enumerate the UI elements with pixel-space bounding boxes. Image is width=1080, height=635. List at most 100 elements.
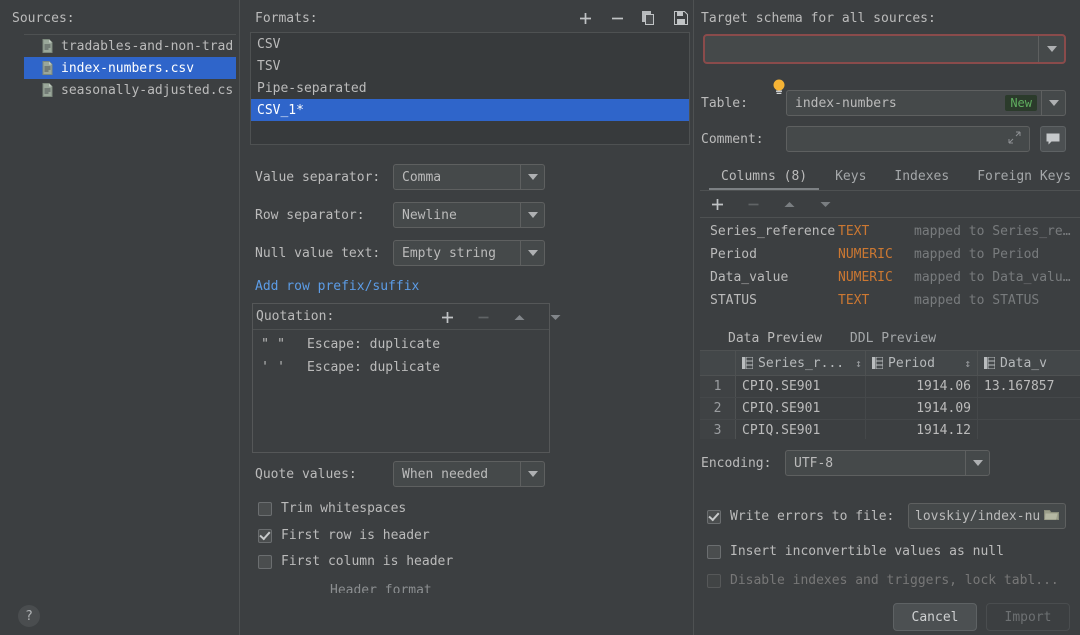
value-separator-select[interactable]: Comma (393, 164, 545, 190)
list-item[interactable]: index-numbers.csv (24, 57, 236, 79)
table-row[interactable]: 1 CPIQ.SE901 1914.06 13.167857 (700, 376, 1080, 398)
tab-columns[interactable]: Columns (8) (707, 164, 821, 188)
chevron-down-icon[interactable] (1041, 91, 1065, 115)
column-header[interactable]: Period ↕ (866, 351, 978, 375)
table-cell[interactable]: CPIQ.SE901 (736, 398, 866, 419)
tab-foreign-keys[interactable]: Foreign Keys (963, 164, 1080, 188)
first-column-is-header-checkbox[interactable]: First column is header (258, 554, 453, 569)
column-name: Data_value (710, 270, 838, 285)
table-cell[interactable]: 13.167857 (978, 376, 1080, 397)
cancel-button[interactable]: Cancel (893, 603, 977, 631)
data-preview-table[interactable]: Series_r... ↕ Period ↕ Data_v 1 CPIQ.SE9… (700, 351, 1080, 439)
chevron-down-icon[interactable] (520, 165, 544, 189)
error-file-input[interactable]: lovskiy/index-nu (908, 503, 1066, 529)
folder-icon[interactable] (1044, 508, 1059, 525)
save-format-button[interactable] (671, 8, 691, 28)
move-up-button[interactable] (509, 307, 529, 327)
table-cell[interactable]: 1914.09 (866, 398, 978, 419)
quotation-list[interactable]: " " Escape: duplicate ' ' Escape: duplic… (253, 330, 549, 379)
help-button[interactable]: ? (18, 605, 40, 627)
tab-ddl-preview[interactable]: DDL Preview (836, 326, 950, 350)
checkbox-label: First column is header (281, 554, 453, 569)
encoding-select[interactable]: UTF-8 (785, 450, 990, 476)
list-item[interactable]: ' ' Escape: duplicate (253, 356, 549, 379)
status-badge: New (1005, 95, 1037, 111)
table-cell[interactable]: 1914.12 (866, 420, 978, 439)
first-row-is-header-checkbox[interactable]: First row is header (258, 528, 430, 543)
add-quotation-button[interactable] (437, 307, 457, 327)
add-column-button[interactable] (707, 194, 727, 214)
table-select[interactable]: index-numbers New (786, 90, 1066, 116)
row-separator-select[interactable]: Newline (393, 202, 545, 228)
chevron-down-icon[interactable] (520, 462, 544, 486)
trim-whitespaces-checkbox[interactable]: Trim whitespaces (258, 501, 406, 516)
columns-list[interactable]: Series_reference TEXT mapped to Series_r… (700, 220, 1080, 312)
add-row-prefix-suffix-link[interactable]: Add row prefix/suffix (255, 279, 419, 294)
sort-icon[interactable]: ↕ (849, 357, 862, 370)
row-number-gutter (700, 351, 736, 375)
column-name: Series_reference (710, 224, 838, 239)
table-cell[interactable]: CPIQ.SE901 (736, 376, 866, 397)
table-cell[interactable] (978, 398, 1080, 419)
tab-indexes[interactable]: Indexes (880, 164, 963, 188)
formats-list[interactable]: CSV TSV Pipe-separated CSV_1* (250, 33, 690, 145)
tab-keys[interactable]: Keys (821, 164, 880, 188)
table-cell[interactable]: 1914.06 (866, 376, 978, 397)
preview-tabs[interactable]: Data Preview DDL Preview (714, 326, 950, 350)
disable-indexes-checkbox: Disable indexes and triggers, lock tabl.… (707, 573, 1059, 588)
target-schema-select[interactable] (703, 34, 1066, 64)
chevron-down-icon[interactable] (520, 203, 544, 227)
insert-inconvertible-values-checkbox[interactable]: Insert inconvertible values as null (707, 544, 1004, 559)
table-row[interactable]: Data_value NUMERIC mapped to Data_valu… (700, 266, 1080, 289)
table-column-icon (872, 357, 883, 369)
quotation-toolbar (437, 307, 565, 327)
table-column-icon (742, 357, 753, 369)
table-row[interactable]: 2 CPIQ.SE901 1914.09 (700, 398, 1080, 420)
table-row[interactable]: STATUS TEXT mapped to STATUS (700, 289, 1080, 312)
row-separator-label: Row separator: (255, 208, 365, 223)
list-item[interactable]: Pipe-separated (251, 77, 689, 99)
column-header[interactable]: Data_v (978, 351, 1080, 375)
schema-tabs[interactable]: Columns (8) Keys Indexes Foreign Keys (707, 164, 1080, 188)
list-item[interactable]: seasonally-adjusted.cs (24, 79, 236, 101)
move-down-button[interactable] (545, 307, 565, 327)
null-value-text-select[interactable]: Empty string (393, 240, 545, 266)
column-mapping: mapped to Data_valu… (914, 270, 1071, 285)
move-column-up-button (779, 194, 799, 214)
remove-format-button[interactable] (607, 8, 627, 28)
list-item[interactable]: CSV_1* (251, 99, 689, 121)
sources-panel: Sources: tradables-and-non-trad index-nu… (0, 0, 240, 635)
list-item[interactable]: TSV (251, 55, 689, 77)
sort-icon[interactable]: ↕ (958, 357, 971, 370)
vertical-divider (239, 0, 240, 635)
table-row[interactable]: Period NUMERIC mapped to Period (700, 243, 1080, 266)
list-item[interactable]: CSV (251, 33, 689, 55)
quote-values-select[interactable]: When needed (393, 461, 545, 487)
chevron-down-icon[interactable] (1038, 36, 1064, 62)
chevron-down-icon[interactable] (965, 451, 989, 475)
table-cell[interactable]: CPIQ.SE901 (736, 420, 866, 439)
column-header-label: Series_r... (758, 356, 844, 371)
comment-label: Comment: (701, 132, 764, 147)
expand-icon[interactable] (1008, 131, 1021, 148)
column-header[interactable]: Series_r... ↕ (736, 351, 866, 375)
list-item[interactable]: tradables-and-non-trad (24, 35, 236, 57)
tab-data-preview[interactable]: Data Preview (714, 326, 836, 350)
column-type: NUMERIC (838, 247, 914, 262)
comment-input[interactable] (786, 126, 1030, 152)
error-file-value: lovskiy/index-nu (915, 509, 1040, 524)
table-cell[interactable] (978, 420, 1080, 439)
checkbox-label: Disable indexes and triggers, lock tabl.… (730, 573, 1059, 588)
duplicate-format-button[interactable] (639, 8, 659, 28)
comment-button[interactable] (1040, 126, 1066, 152)
null-value-text-value: Empty string (394, 246, 520, 261)
write-errors-to-file-checkbox[interactable]: Write errors to file: (707, 509, 894, 524)
add-format-button[interactable] (575, 8, 595, 28)
table-row[interactable]: 3 CPIQ.SE901 1914.12 (700, 420, 1080, 439)
table-row[interactable]: Series_reference TEXT mapped to Series_r… (700, 220, 1080, 243)
lightbulb-icon[interactable] (772, 79, 786, 96)
sources-list[interactable]: tradables-and-non-trad index-numbers.csv… (24, 34, 236, 594)
chevron-down-icon[interactable] (520, 241, 544, 265)
list-item[interactable]: " " Escape: duplicate (253, 333, 549, 356)
row-number: 2 (700, 398, 736, 419)
